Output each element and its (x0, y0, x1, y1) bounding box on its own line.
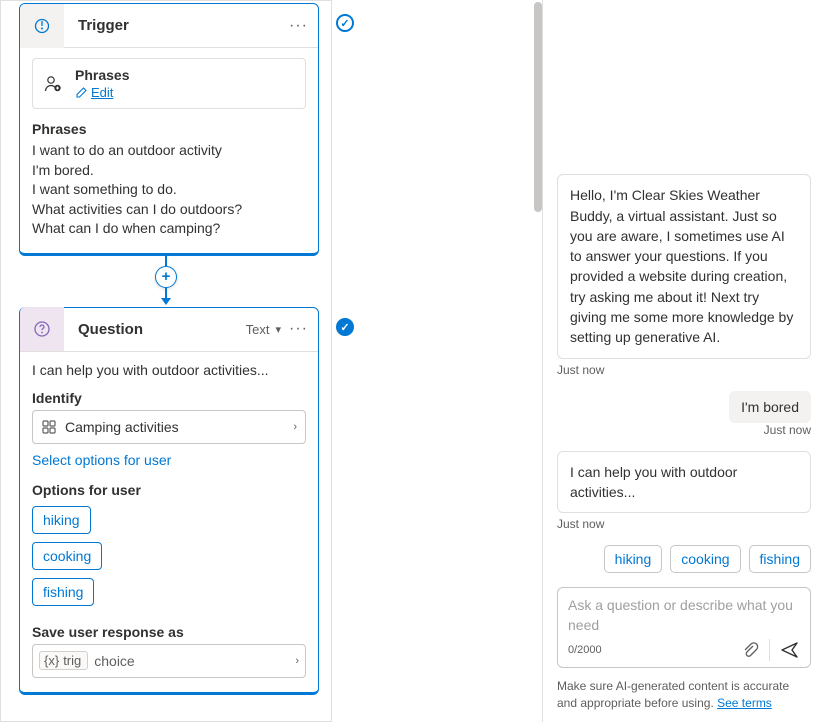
suggestion-chip[interactable]: cooking (670, 545, 740, 573)
node-connector: + (11, 256, 321, 305)
person-icon (43, 74, 63, 94)
question-node[interactable]: Question Text ▾ ··· I can help you with … (19, 307, 319, 695)
edit-link[interactable]: Edit (91, 85, 113, 100)
suggestions-row: hiking cooking fishing (557, 545, 811, 573)
save-response-label: Save user response as (32, 624, 306, 640)
char-counter: 0/2000 (568, 644, 602, 656)
question-body: I can help you with outdoor activities..… (20, 352, 318, 692)
add-node-button[interactable]: + (155, 266, 177, 288)
question-title: Question (64, 321, 246, 338)
variable-type: choice (94, 653, 134, 669)
phrase-line: What activities can I do outdoors? (32, 200, 306, 220)
question-more-icon[interactable]: ··· (287, 320, 310, 338)
trigger-header[interactable]: Trigger ··· (20, 4, 318, 48)
identify-value: Camping activities (65, 419, 179, 435)
phrase-line: I want something to do. (32, 180, 306, 200)
question-prompt: I can help you with outdoor activities..… (32, 362, 306, 378)
chat-body: Hello, I'm Clear Skies Weather Buddy, a … (543, 0, 825, 587)
chevron-down-icon[interactable]: ▾ (275, 323, 281, 336)
phrases-card[interactable]: Phrases Edit (32, 58, 306, 109)
trigger-check-icon: ✓ (336, 14, 354, 32)
options-label: Options for user (32, 482, 306, 498)
suggestion-chip[interactable]: hiking (604, 545, 663, 573)
question-type-label[interactable]: Text (246, 322, 270, 337)
option-chip[interactable]: hiking (32, 506, 91, 534)
attachment-icon[interactable] (741, 641, 759, 659)
see-terms-link[interactable]: See terms (717, 696, 772, 710)
scrollbar[interactable] (534, 2, 542, 212)
trigger-more-icon[interactable]: ··· (287, 17, 310, 35)
variable-name: trig (63, 653, 81, 668)
send-icon[interactable] (780, 640, 800, 660)
chat-composer[interactable]: Ask a question or describe what you need… (557, 587, 811, 668)
select-options-link[interactable]: Select options for user (32, 452, 171, 468)
chevron-right-icon: › (295, 655, 299, 667)
identify-field[interactable]: Camping activities › (32, 410, 306, 444)
question-icon (20, 307, 64, 351)
flow-canvas: Trigger ··· Phrases Edit (0, 0, 332, 722)
variable-badge: {x} trig (39, 651, 88, 670)
bot-message: I can help you with outdoor activities..… (557, 451, 811, 514)
bot-message: Hello, I'm Clear Skies Weather Buddy, a … (557, 174, 811, 358)
phrase-line: I'm bored. (32, 161, 306, 181)
phrases-label: Phrases (75, 67, 129, 83)
suggestion-chip[interactable]: fishing (749, 545, 811, 573)
pencil-icon (75, 87, 87, 99)
question-check-icon: ✓ (336, 318, 354, 336)
trigger-icon (20, 4, 64, 48)
composer-placeholder[interactable]: Ask a question or describe what you need (568, 596, 800, 635)
identify-label: Identify (32, 390, 306, 406)
arrow-down-icon (161, 298, 171, 305)
trigger-body: Phrases Edit Phrases I want to do an out… (20, 48, 318, 253)
trigger-title: Trigger (64, 17, 287, 34)
variable-icon: {x} (44, 653, 59, 668)
variable-field[interactable]: {x} trig choice › (32, 644, 306, 678)
trigger-node[interactable]: Trigger ··· Phrases Edit (19, 3, 319, 256)
user-message: I'm bored (729, 391, 811, 423)
option-chip[interactable]: fishing (32, 578, 94, 606)
footer-note: Make sure AI-generated content is accura… (543, 678, 825, 722)
right-side: ✓ ✓ Hello, I'm Clear Skies Weather Buddy… (332, 0, 825, 722)
option-chip[interactable]: cooking (32, 542, 102, 570)
question-header[interactable]: Question Text ▾ ··· (20, 308, 318, 352)
chat-panel: Hello, I'm Clear Skies Weather Buddy, a … (542, 0, 825, 722)
phrase-line: What can I do when camping? (32, 219, 306, 239)
timestamp: Just now (557, 517, 811, 531)
timestamp: Just now (557, 363, 811, 377)
timestamp: Just now (557, 423, 811, 437)
phrases-section-header: Phrases (32, 121, 306, 137)
entity-icon (41, 419, 57, 435)
chevron-right-icon: › (293, 421, 297, 433)
canvas-gap: ✓ ✓ (332, 0, 542, 722)
phrase-line: I want to do an outdoor activity (32, 141, 306, 161)
